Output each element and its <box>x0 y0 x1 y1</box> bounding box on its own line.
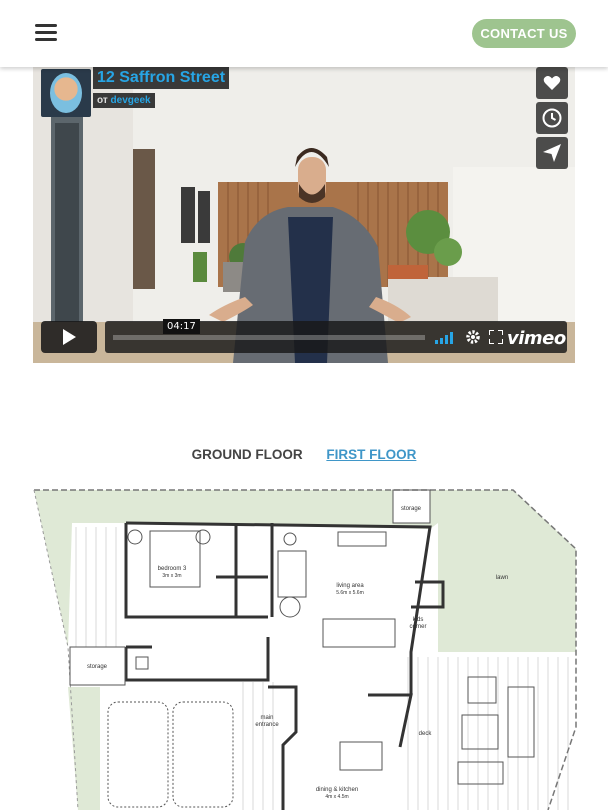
vimeo-logo[interactable]: vimeo <box>507 328 566 349</box>
hamburger-icon[interactable] <box>35 24 57 42</box>
site-header: CONTACT US <box>0 0 608 67</box>
video-byline: от devgeek <box>93 93 155 108</box>
settings-gear-icon[interactable] <box>465 329 481 345</box>
timecode: 04:17 <box>163 319 200 334</box>
play-button[interactable] <box>41 321 97 353</box>
channel-avatar[interactable] <box>41 69 91 117</box>
volume-icon[interactable] <box>435 330 457 344</box>
label-living: living area <box>336 583 364 589</box>
tab-ground-floor[interactable]: GROUND FLOOR <box>192 447 303 462</box>
send-icon <box>543 144 561 162</box>
video-player[interactable]: 12 Saffron Street от devgeek 04:17 vimeo <box>33 67 575 363</box>
clock-icon <box>542 108 562 128</box>
progress-bar[interactable] <box>113 335 425 340</box>
label-entrance-1: main <box>260 715 273 721</box>
label-storage-left: storage <box>87 664 108 670</box>
label-entrance-2: entrance <box>255 722 279 728</box>
label-dining-size: 4m x 4.5m <box>325 794 348 800</box>
label-lawn: lawn <box>496 575 508 581</box>
byline-prefix: от <box>97 95 108 106</box>
label-kids-1: kids <box>413 617 424 623</box>
player-controls: 04:17 vimeo <box>41 319 567 353</box>
floor-plan: storage bedroom 3 3m x 3m living area 5.… <box>33 489 577 810</box>
floor-tabs: GROUND FLOOR FIRST FLOOR <box>0 447 608 462</box>
video-frame <box>33 67 575 363</box>
share-button[interactable] <box>536 137 568 169</box>
contact-us-button[interactable]: CONTACT US <box>472 19 576 48</box>
like-button[interactable] <box>536 67 568 99</box>
tab-first-floor[interactable]: FIRST FLOOR <box>326 447 416 462</box>
heart-icon <box>543 76 561 90</box>
fullscreen-icon[interactable] <box>489 330 503 344</box>
watch-later-button[interactable] <box>536 102 568 134</box>
author-link[interactable]: devgeek <box>111 95 151 106</box>
video-title[interactable]: 12 Saffron Street <box>93 67 230 89</box>
label-living-size: 5.6m x 5.6m <box>336 590 364 596</box>
control-bar: 04:17 vimeo <box>105 319 567 353</box>
label-bedroom-size: 3m x 3m <box>162 573 181 579</box>
label-dining: dining & kitchen <box>316 787 358 793</box>
play-icon <box>63 329 76 345</box>
label-bedroom: bedroom 3 <box>158 566 187 572</box>
label-kids-2: corner <box>409 624 426 630</box>
label-storage-top: storage <box>401 506 422 512</box>
label-deck: deck <box>419 731 433 737</box>
